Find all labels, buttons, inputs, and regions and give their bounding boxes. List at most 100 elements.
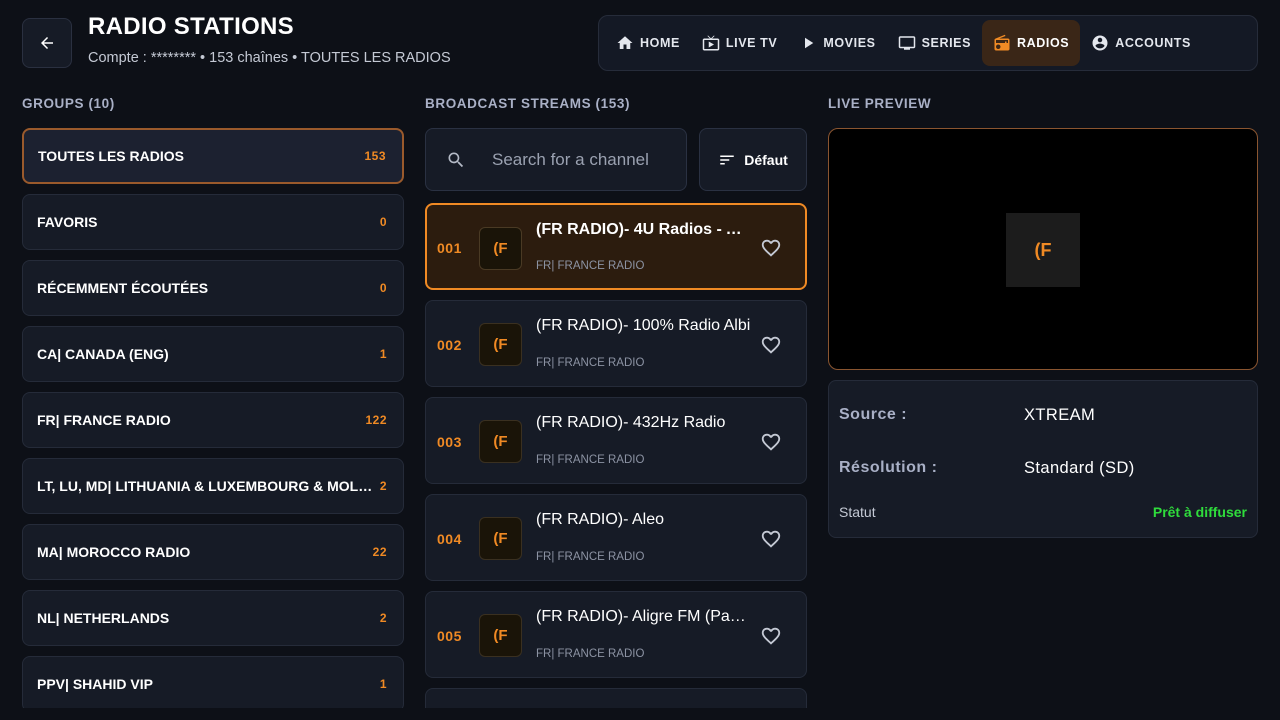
group-item-recent[interactable]: RÉCEMMENT ÉCOUTÉES 0 — [22, 260, 404, 316]
group-item-france[interactable]: FR| FRANCE RADIO 122 — [22, 392, 404, 448]
back-button[interactable] — [22, 18, 72, 68]
group-item-shahid[interactable]: PPV| SHAHID VIP 1 — [22, 656, 404, 712]
resolution-label: Résolution : — [839, 459, 938, 476]
play-icon — [805, 37, 814, 49]
station-name: (FR RADIO)- 100% Radio Albi — [536, 317, 751, 334]
station-group: FR| FRANCE RADIO — [536, 357, 645, 369]
status-label: Statut — [839, 504, 876, 520]
station-item[interactable]: 003 (F (FR RADIO)- 432Hz Radio FR| FRANC… — [425, 397, 807, 484]
nav-accounts[interactable]: ACCOUNTS — [1080, 20, 1202, 66]
station-logo: (F — [479, 420, 522, 463]
group-name: RÉCEMMENT ÉCOUTÉES — [37, 280, 209, 296]
station-item[interactable]: 004 (F (FR RADIO)- Aleo FR| FRANCE RADIO — [425, 494, 807, 581]
station-name: (FR RADIO)- Aleo — [536, 511, 665, 528]
group-count: 1 — [379, 347, 387, 361]
nav-live-tv-label: LIVE TV — [725, 36, 778, 50]
group-item-lithuania[interactable]: LT, LU, MD| LITHUANIA & LUXEMBOURG & MOL… — [22, 458, 404, 514]
radio-icon — [994, 34, 1010, 51]
station-number: 001 — [437, 240, 462, 256]
station-number: 003 — [437, 434, 462, 450]
group-name: MA| MOROCCO RADIO — [37, 544, 191, 560]
station-number: 004 — [437, 531, 462, 547]
group-item-favorites[interactable]: FAVORIS 0 — [22, 194, 404, 250]
station-name: (FR RADIO)- Aligre FM (Paris) — [536, 608, 751, 625]
channel-summary: • 153 chaînes • TOUTES LES RADIOS — [200, 50, 451, 66]
heart-icon[interactable] — [760, 528, 782, 550]
sort-button[interactable]: Défaut — [699, 128, 807, 191]
nav-home[interactable]: HOME — [605, 20, 691, 66]
main-nav: HOME LIVE TV MOVIES SERIES RADIOS ACCOUN… — [598, 15, 1258, 71]
account-label: Compte : ******** — [88, 50, 196, 66]
group-name: TOUTES LES RADIOS — [38, 148, 184, 164]
group-name: FAVORIS — [37, 214, 98, 230]
page-subtitle: Compte : ******** • 153 chaînes • TOUTES… — [88, 50, 451, 66]
group-name: FR| FRANCE RADIO — [37, 412, 171, 428]
sort-label: Défaut — [744, 151, 788, 168]
group-count: 22 — [372, 545, 387, 559]
page-title: RADIO STATIONS — [88, 13, 294, 40]
group-count: 0 — [379, 281, 387, 295]
nav-radios-label: RADIOS — [1017, 36, 1070, 50]
group-count: 2 — [379, 479, 387, 493]
preview-heading: LIVE PREVIEW — [828, 96, 932, 111]
group-count: 153 — [364, 149, 386, 163]
arrow-left-icon — [41, 37, 53, 49]
station-group: FR| FRANCE RADIO — [536, 260, 645, 272]
group-name: PPV| SHAHID VIP — [37, 676, 153, 692]
preview-logo: (F — [1006, 213, 1080, 287]
live-tv-icon — [702, 35, 720, 51]
group-count: 2 — [379, 611, 387, 625]
station-number: 002 — [437, 337, 462, 353]
group-item-all[interactable]: TOUTES LES RADIOS 153 — [22, 128, 404, 184]
heart-icon[interactable] — [760, 625, 782, 647]
station-logo: (F — [479, 614, 522, 657]
nav-movies[interactable]: MOVIES — [788, 20, 886, 66]
group-item-canada[interactable]: CA| CANADA (ENG) 1 — [22, 326, 404, 382]
station-group: FR| FRANCE RADIO — [536, 454, 645, 466]
station-logo: (F — [479, 323, 522, 366]
station-group: FR| FRANCE RADIO — [536, 648, 645, 660]
source-label: Source : — [839, 406, 908, 423]
station-group: FR| FRANCE RADIO — [536, 551, 645, 563]
account-icon — [1092, 35, 1108, 51]
nav-home-label: HOME — [640, 36, 680, 50]
station-item[interactable]: 001 (F (FR RADIO)- 4U Radios - Albi FR| … — [425, 203, 807, 290]
group-count: 122 — [365, 413, 387, 427]
station-name: (FR RADIO)- 432Hz Radio — [536, 414, 726, 431]
search-box — [425, 128, 687, 191]
streams-heading: BROADCAST STREAMS (153) — [425, 96, 631, 111]
group-item-netherlands[interactable]: NL| NETHERLANDS 2 — [22, 590, 404, 646]
nav-series[interactable]: SERIES — [887, 20, 982, 66]
sort-icon — [720, 155, 734, 164]
nav-live-tv[interactable]: LIVE TV — [691, 20, 788, 66]
station-item[interactable]: 002 (F (FR RADIO)- 100% Radio Albi FR| F… — [425, 300, 807, 387]
group-count: 1 — [379, 677, 387, 691]
station-name: (FR RADIO)- 4U Radios - Albi — [536, 221, 751, 238]
heart-icon[interactable] — [760, 431, 782, 453]
nav-movies-label: MOVIES — [823, 36, 876, 50]
group-item-morocco[interactable]: MA| MOROCCO RADIO 22 — [22, 524, 404, 580]
group-name: LT, LU, MD| LITHUANIA & LUXEMBOURG & MOL… — [37, 478, 379, 494]
station-number: 005 — [437, 628, 462, 644]
heart-icon[interactable] — [760, 237, 782, 259]
group-name: NL| NETHERLANDS — [37, 610, 170, 626]
groups-heading: GROUPS (10) — [22, 96, 115, 111]
heart-icon[interactable] — [760, 334, 782, 356]
bottom-clip — [0, 708, 1280, 720]
nav-accounts-label: ACCOUNTS — [1115, 36, 1191, 50]
status-value: Prêt à diffuser — [1152, 504, 1247, 520]
search-input[interactable] — [492, 149, 682, 170]
stream-info-panel: Source : XTREAM Résolution : Standard (S… — [828, 380, 1258, 538]
monitor-icon — [898, 36, 915, 50]
station-item[interactable]: 005 (F (FR RADIO)- Aligre FM (Paris) FR|… — [425, 591, 807, 678]
search-icon — [448, 152, 464, 167]
source-value: XTREAM — [1024, 406, 1096, 424]
station-logo: (F — [479, 517, 522, 560]
nav-series-label: SERIES — [921, 36, 972, 50]
group-count: 0 — [379, 215, 387, 229]
home-icon — [617, 36, 633, 49]
nav-radios[interactable]: RADIOS — [982, 20, 1081, 66]
resolution-value: Standard (SD) — [1024, 459, 1135, 477]
live-preview-player[interactable]: (F — [828, 128, 1258, 370]
station-logo: (F — [479, 227, 522, 270]
